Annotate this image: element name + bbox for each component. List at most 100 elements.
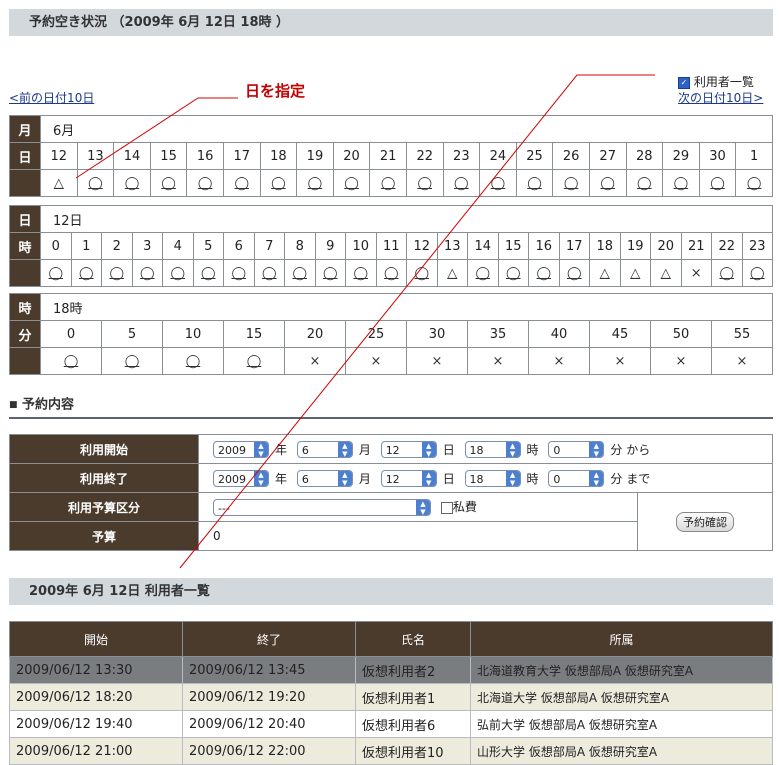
day-availability-mark-3[interactable]: ◯ <box>149 169 188 197</box>
end-day-select[interactable]: 12 ▲ ▼ <box>380 469 437 487</box>
hour-cell-23: 23 <box>741 232 773 260</box>
day-availability-mark-18[interactable]: ◯ <box>698 169 737 197</box>
day-availability-mark-8[interactable]: ◯ <box>332 169 371 197</box>
hour-availability-mark-23[interactable]: ◯ <box>741 259 773 287</box>
private-checkbox[interactable] <box>440 501 453 514</box>
minute-availability-mark-1[interactable]: ◯ <box>101 347 163 375</box>
start-month-select[interactable]: 6 ▲ ▼ <box>296 440 353 458</box>
end-minute-select[interactable]: 0 ▲ ▼ <box>548 469 605 487</box>
hour-availability-mark-6[interactable]: ◯ <box>223 259 255 287</box>
hour-availability-mark-0[interactable]: ◯ <box>40 259 72 287</box>
hour-availability-mark-7[interactable]: ◯ <box>253 259 285 287</box>
day-mark-header <box>9 169 41 197</box>
table-cell: 2009/06/12 22:00 <box>182 737 356 765</box>
day-availability-mark-7[interactable]: ◯ <box>296 169 334 197</box>
hour-availability-mark-1[interactable]: ◯ <box>70 259 102 287</box>
start-year-select[interactable]: 2009 ▲ ▼ <box>213 440 269 458</box>
end-year-select[interactable]: 2009 ▲ ▼ <box>213 469 269 487</box>
hour-availability-mark-22[interactable]: ◯ <box>711 259 743 287</box>
day-cell-13: 25 <box>515 142 554 170</box>
day-availability-mark-17[interactable]: ◯ <box>662 169 700 197</box>
minute-availability-mark-3[interactable]: ◯ <box>223 347 285 375</box>
checkbox-icon[interactable]: ✓ <box>678 76 690 89</box>
hour-header: 時 <box>9 293 41 321</box>
end-month-select[interactable]: 6 ▲ ▼ <box>296 469 353 487</box>
day-availability-mark-19[interactable]: ◯ <box>735 169 773 197</box>
start-hour-select[interactable]: 18 ▲ ▼ <box>464 440 521 458</box>
minute-cell-6: 30 <box>406 320 468 348</box>
day-availability-mark-10[interactable]: ◯ <box>405 169 444 197</box>
budget-label: 予算 <box>9 521 199 551</box>
table-cell: 山形大学 仮想部局A 仮想研究室A <box>470 737 773 765</box>
hour-header: 時 <box>9 232 41 260</box>
reservation-section-header: ■ 予約内容 <box>9 393 773 419</box>
hour-cell-15: 15 <box>497 232 529 260</box>
hour-availability-mark-10[interactable]: ◯ <box>345 259 377 287</box>
confirm-cell: 予約確認 <box>637 492 773 551</box>
day-availability-mark-14[interactable]: ◯ <box>552 169 590 197</box>
minute-cell-8: 40 <box>528 320 590 348</box>
hour-cell-19: 19 <box>619 232 651 260</box>
confirm-button[interactable]: 予約確認 <box>676 511 734 532</box>
hour-availability-mark-13[interactable]: △ <box>436 259 468 287</box>
hour-availability-mark-8[interactable]: ◯ <box>284 259 316 287</box>
day-cell-14: 26 <box>552 142 590 170</box>
day-availability-mark-4[interactable]: ◯ <box>186 169 224 197</box>
hour-availability-mark-5[interactable]: ◯ <box>192 259 224 287</box>
hour-cell-4: 4 <box>162 232 194 260</box>
user-list-toggle[interactable]: ✓ 利用者一覧 <box>678 73 754 90</box>
table-row: 2009/06/12 21:00 2009/06/12 22:00 仮想利用者10 山… <box>9 737 773 765</box>
hour-availability-mark-20[interactable]: △ <box>650 259 682 287</box>
start-minute-select[interactable]: 0 ▲ ▼ <box>548 440 605 458</box>
end-hour-select[interactable]: 18 ▲ ▼ <box>464 469 521 487</box>
minute-availability-mark-6: × <box>406 347 468 375</box>
hour-availability-mark-18[interactable]: △ <box>589 259 621 287</box>
minute-availability-mark-0[interactable]: ◯ <box>40 347 102 375</box>
day-value: 12日 <box>40 205 773 233</box>
hour-cell-17: 17 <box>558 232 590 260</box>
day-cell-4: 16 <box>186 142 224 170</box>
start-day-select[interactable]: 12 ▲ ▼ <box>380 440 437 458</box>
hour-availability-mark-12[interactable]: ◯ <box>406 259 438 287</box>
day-availability-mark-1[interactable]: ◯ <box>76 169 115 197</box>
hour-cell-14: 14 <box>467 232 499 260</box>
user-list-label: 利用者一覧 <box>693 75 754 89</box>
minute-cell-3: 15 <box>223 320 285 348</box>
hour-availability-mark-2[interactable]: ◯ <box>101 259 133 287</box>
hour-cell-18: 18 <box>589 232 621 260</box>
minute-availability-mark-7: × <box>467 347 529 375</box>
day-availability-mark-11[interactable]: ◯ <box>442 169 481 197</box>
hour-availability-mark-17[interactable]: ◯ <box>558 259 590 287</box>
hour-availability-mark-3[interactable]: ◯ <box>131 259 163 287</box>
day-availability-mark-9[interactable]: ◯ <box>369 169 407 197</box>
day-availability-mark-13[interactable]: ◯ <box>515 169 554 197</box>
hour-availability-mark-19[interactable]: △ <box>619 259 651 287</box>
table-cell: 2009/06/12 18:20 <box>9 683 183 711</box>
hour-cell-0: 0 <box>40 232 72 260</box>
next-10-days-link[interactable]: 次の日付10日> <box>678 89 763 106</box>
day-availability-mark-2[interactable]: ◯ <box>113 169 151 197</box>
day-availability-mark-0[interactable]: △ <box>40 169 78 197</box>
hour-availability-mark-14[interactable]: ◯ <box>467 259 499 287</box>
hour-availability-mark-4[interactable]: ◯ <box>162 259 194 287</box>
section-title: 予約内容 <box>22 397 75 413</box>
hour-availability-mark-16[interactable]: ◯ <box>528 259 560 287</box>
day-availability-mark-15[interactable]: ◯ <box>588 169 627 197</box>
day-availability-mark-5[interactable]: ◯ <box>222 169 261 197</box>
hour-availability-mark-9[interactable]: ◯ <box>314 259 346 287</box>
hour-availability-mark-11[interactable]: ◯ <box>375 259 407 287</box>
hour-availability-mark-15[interactable]: ◯ <box>497 259 529 287</box>
end-label: 利用終了 <box>9 463 199 493</box>
users-column-header: 終了 <box>182 621 356 657</box>
minute-availability-mark-2[interactable]: ◯ <box>162 347 224 375</box>
budget-type-select[interactable]: --- ▲ ▼ <box>213 499 431 516</box>
day-availability-mark-12[interactable]: ◯ <box>479 169 517 197</box>
minute-cell-1: 5 <box>101 320 163 348</box>
users-table: 開始 終了 氏名 所属 2009/06/12 13:30 2009/06/12 13:4… <box>9 621 773 765</box>
prev-10-days-link[interactable]: <前の日付10日 <box>9 89 94 106</box>
day-availability-mark-6[interactable]: ◯ <box>259 169 298 197</box>
table-cell: 2009/06/12 19:40 <box>9 710 183 738</box>
hour-cell-16: 16 <box>528 232 560 260</box>
day-availability-mark-16[interactable]: ◯ <box>625 169 664 197</box>
budget-type-label: 利用予算区分 <box>9 492 199 522</box>
